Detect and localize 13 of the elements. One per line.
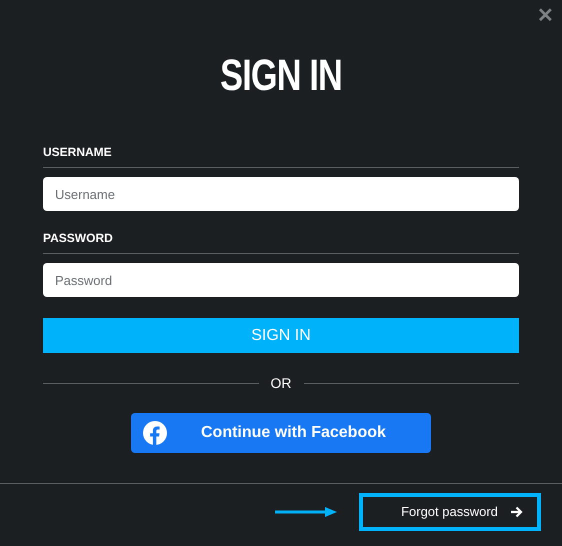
dialog-title: SIGN IN (220, 52, 342, 100)
arrow-right-icon (510, 506, 523, 518)
facebook-logo-icon (143, 421, 167, 445)
input-field[interactable]: Password (43, 263, 519, 297)
separator-text: OR (270, 374, 292, 393)
field-label: PASSWORD (43, 229, 519, 254)
close-button[interactable]: ✕ (537, 4, 554, 28)
field-label: USERNAME (43, 143, 519, 168)
forgot-password-link[interactable]: Forgot password (359, 493, 541, 531)
facebook-button[interactable]: Continue with Facebook (131, 413, 431, 453)
pointer-arrow-icon (275, 507, 337, 517)
sign-in-button[interactable]: SIGN IN (43, 318, 519, 353)
input-field[interactable]: Username (43, 177, 519, 211)
